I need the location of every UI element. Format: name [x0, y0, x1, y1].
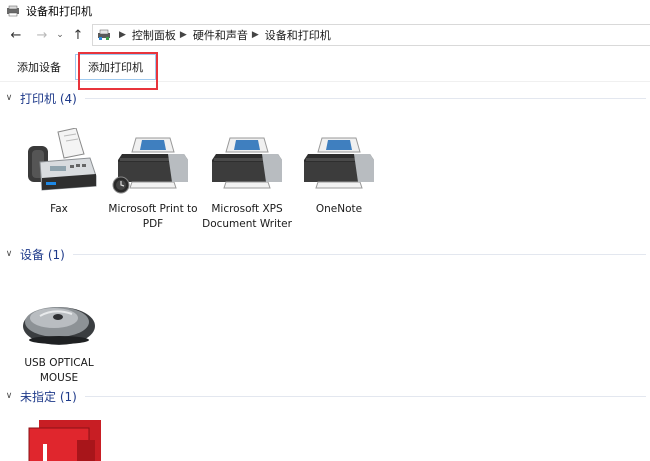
default-printer-badge-icon	[112, 176, 130, 194]
chevron-down-icon[interactable]: ∨	[0, 391, 18, 401]
device-item-unspecified[interactable]	[20, 414, 110, 461]
printer-icon	[212, 137, 282, 189]
chevron-down-icon[interactable]: ∨	[0, 93, 18, 103]
chevron-right-icon: ▶	[119, 30, 126, 40]
chevron-down-icon[interactable]: ∨	[0, 249, 18, 259]
group-label: 设备 (1)	[20, 247, 65, 262]
breadcrumb-hardware-sound[interactable]: 硬件和声音	[193, 27, 248, 43]
printer-icon	[304, 137, 374, 189]
forward-button[interactable]: →	[32, 25, 52, 45]
fax-icon	[28, 128, 97, 191]
group-header-unspecified[interactable]: ∨ 未指定 (1)	[0, 387, 650, 405]
recent-locations-button[interactable]: ⌄	[54, 25, 66, 45]
device-name: Microsoft XPS Document Writer	[202, 203, 292, 230]
unspecified-device-icon	[28, 420, 101, 461]
group-label: 未指定 (1)	[20, 389, 77, 404]
group-header-printers[interactable]: ∨ 打印机 (4)	[0, 89, 650, 107]
group-divider	[84, 97, 646, 99]
group-divider	[72, 253, 646, 255]
control-panel-icon	[98, 29, 110, 40]
device-name: Microsoft Print to PDF	[108, 203, 198, 230]
command-bar: 添加设备 添加打印机	[0, 52, 650, 82]
title-bar: 设备和打印机	[0, 0, 650, 22]
add-printer-button[interactable]: 添加打印机	[75, 53, 156, 80]
add-device-button[interactable]: 添加设备	[8, 54, 70, 80]
breadcrumb-devices-printers[interactable]: 设备和打印机	[265, 27, 331, 43]
device-item-microsoft-print-to-pdf[interactable]: Microsoft Print to PDF	[108, 114, 198, 232]
chevron-right-icon[interactable]: ▶	[180, 30, 187, 40]
group-header-devices[interactable]: ∨ 设备 (1)	[0, 245, 650, 263]
mouse-icon	[23, 307, 95, 345]
device-name: USB OPTICAL MOUSE	[24, 357, 94, 384]
back-button[interactable]: ←	[6, 25, 26, 45]
navigation-bar: ← → ⌄ ↑ ▶ 控制面板 ▶ 硬件和声音 ▶ 设备和打印机	[0, 22, 650, 48]
up-button[interactable]: ↑	[68, 25, 88, 45]
device-item-fax[interactable]: Fax	[14, 114, 104, 217]
devices-printers-icon	[7, 5, 19, 17]
device-item-usb-optical-mouse[interactable]: USB OPTICAL MOUSE	[14, 268, 104, 386]
device-item-microsoft-xps-document-writer[interactable]: Microsoft XPS Document Writer	[202, 114, 292, 232]
breadcrumb-control-panel[interactable]: 控制面板	[132, 27, 176, 43]
device-name: OneNote	[315, 203, 363, 215]
chevron-right-icon[interactable]: ▶	[252, 30, 259, 40]
device-name: Fax	[50, 203, 68, 215]
group-divider	[84, 395, 646, 397]
group-label: 打印机 (4)	[20, 91, 77, 106]
address-bar[interactable]: ▶ 控制面板 ▶ 硬件和声音 ▶ 设备和打印机	[92, 24, 650, 46]
window-title: 设备和打印机	[26, 5, 92, 18]
device-item-onenote[interactable]: OneNote	[294, 114, 384, 217]
